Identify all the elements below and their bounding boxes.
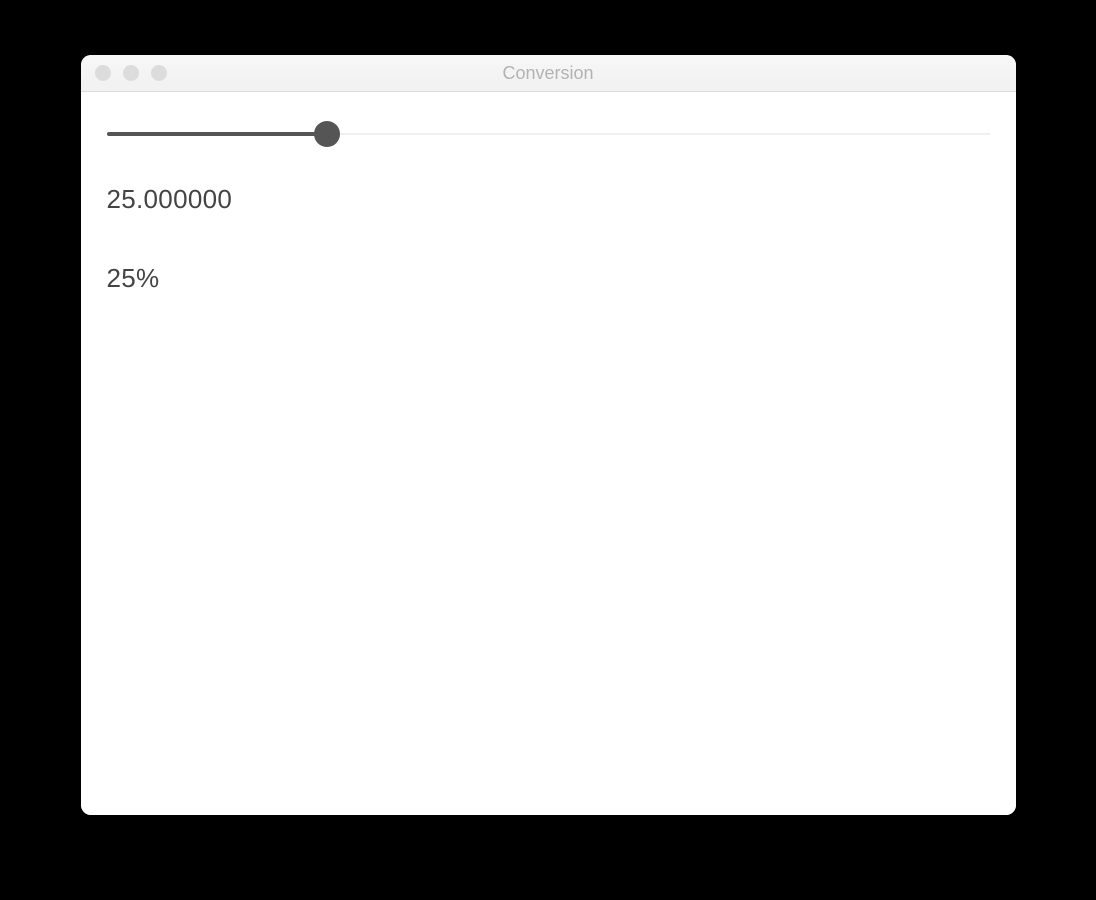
percent-value-label: 25% bbox=[107, 263, 990, 294]
window-controls bbox=[81, 65, 167, 81]
minimize-window-button[interactable] bbox=[123, 65, 139, 81]
titlebar: Conversion bbox=[81, 55, 1016, 92]
value-slider[interactable] bbox=[107, 120, 990, 148]
window-title: Conversion bbox=[81, 63, 1016, 84]
decimal-value-label: 25.000000 bbox=[107, 184, 990, 215]
zoom-window-button[interactable] bbox=[151, 65, 167, 81]
slider-fill bbox=[107, 132, 328, 136]
close-window-button[interactable] bbox=[95, 65, 111, 81]
slider-thumb[interactable] bbox=[314, 121, 340, 147]
content-area: 25.000000 25% bbox=[81, 92, 1016, 815]
app-window: Conversion 25.000000 25% bbox=[81, 55, 1016, 815]
